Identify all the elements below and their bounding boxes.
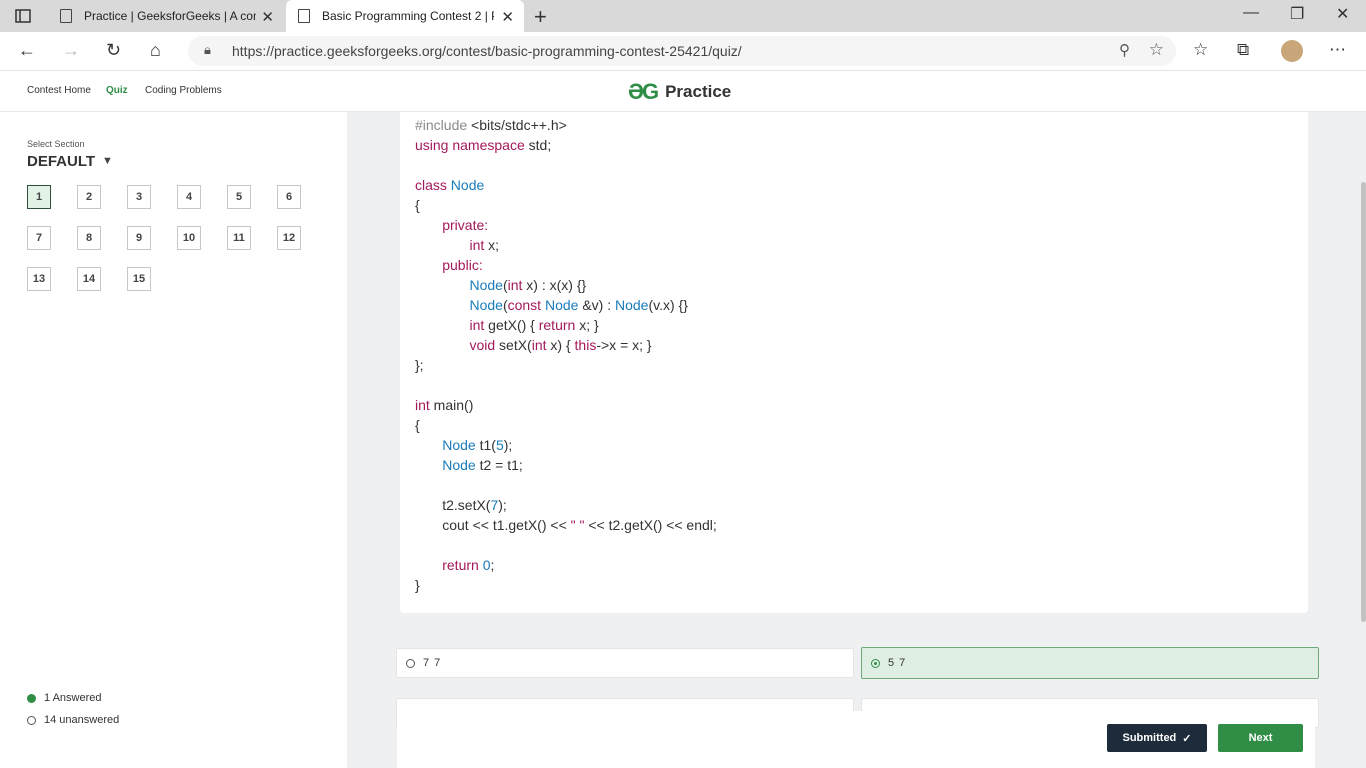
check-icon: ✓ [1182,732,1192,745]
next-button[interactable]: Next [1218,724,1303,752]
restore-icon[interactable]: ❐ [1290,4,1304,24]
question-button[interactable]: 14 [77,267,101,291]
tab-title: Basic Programming Contest 2 | P [322,9,494,23]
question-button[interactable]: 6 [277,185,301,209]
favorites-icon[interactable]: ☆ [1193,40,1208,60]
page-icon [298,9,310,23]
close-window-icon[interactable]: ✕ [1336,4,1349,24]
section-select[interactable]: DEFAULT [27,153,95,170]
question-button[interactable]: 8 [77,226,101,250]
radio-selected-icon [871,658,880,668]
question-button[interactable]: 2 [77,185,101,209]
minimize-icon[interactable]: — [1243,4,1259,22]
question-button[interactable]: 13 [27,267,51,291]
question-button[interactable]: 4 [177,185,201,209]
gfg-logo-icon: ƏG [628,79,659,104]
reload-icon[interactable]: ↻ [106,40,121,61]
address-bar: ← → ↻ ⌂ 🔒︎ https://practice.geeksforgeek… [0,32,1366,71]
url-text: https://practice.geeksforgeeks.org/conte… [232,43,742,59]
question-button[interactable]: 9 [127,226,151,250]
chevron-down-icon[interactable]: ▼ [102,155,113,167]
question-button[interactable]: 11 [227,226,251,250]
question-button[interactable]: 15 [127,267,151,291]
collections-icon[interactable]: ⧉ [1237,40,1249,60]
zoom-icon[interactable]: ⚲ [1119,41,1130,59]
question-button[interactable]: 5 [227,185,251,209]
unanswered-count: 14 unanswered [44,714,120,726]
back-icon[interactable]: ← [18,40,36,61]
brand-logo[interactable]: ƏG Practice [628,79,731,105]
question-button[interactable]: 1 [27,185,51,209]
unanswered-legend: 14 unanswered [27,714,119,726]
radio-icon [406,658,415,668]
nav-contest-home[interactable]: Contest Home [27,85,91,96]
option-text: 7 7 [423,657,442,669]
brand-word: Practice [665,82,732,101]
answered-dot-icon [27,693,36,703]
nav-quiz[interactable]: Quiz [106,85,128,96]
code-snippet: #include <bits/stdc++.h> using namespace… [415,117,717,593]
answered-legend: 1 Answered [27,692,101,704]
browser-tab-bar: Practice | GeeksforGeeks | A com ✕ Basic… [0,0,1366,32]
forward-icon[interactable]: → [62,40,80,61]
close-tab-icon[interactable]: ✕ [261,8,274,26]
option-text: 5 7 [888,657,907,669]
tab-title: Practice | GeeksforGeeks | A com [84,9,256,23]
quiz-footer: Submitted ✓ Next [397,711,1315,768]
unanswered-dot-icon [27,715,36,725]
browser-tab-practice[interactable]: Practice | GeeksforGeeks | A com ✕ [48,0,284,32]
submitted-button[interactable]: Submitted ✓ [1107,724,1207,752]
close-tab-icon[interactable]: ✕ [501,8,514,26]
nav-coding-problems[interactable]: Coding Problems [145,85,222,96]
question-sidebar: Select Section DEFAULT ▼ 1 2 3 4 5 6 7 8… [0,112,347,768]
site-header: Contest Home Quiz Coding Problems ƏG Pra… [0,71,1366,112]
answer-option[interactable]: 7 7 [396,648,854,678]
url-field[interactable]: 🔒︎ https://practice.geeksforgeeks.org/co… [188,36,1176,66]
quiz-main: #include <bits/stdc++.h> using namespace… [347,112,1366,768]
tab-actions-icon[interactable] [14,7,32,25]
lock-icon: 🔒︎ [204,42,211,57]
question-button[interactable]: 3 [127,185,151,209]
home-icon[interactable]: ⌂ [150,40,161,61]
page-icon [60,9,72,23]
more-menu-icon[interactable]: ⋯ [1329,40,1346,60]
answered-count: 1 Answered [44,692,102,704]
new-tab-icon[interactable]: + [534,4,547,30]
answer-option-selected[interactable]: 5 7 [861,647,1319,679]
scrollbar[interactable] [1361,182,1366,622]
profile-avatar[interactable] [1281,40,1303,62]
browser-tab-contest[interactable]: Basic Programming Contest 2 | P ✕ [286,0,524,32]
question-button[interactable]: 12 [277,226,301,250]
section-label: Select Section [27,139,85,149]
question-code-card: #include <bits/stdc++.h> using namespace… [400,112,1308,613]
question-button[interactable]: 7 [27,226,51,250]
question-button[interactable]: 10 [177,226,201,250]
submitted-label: Submitted [1122,732,1177,744]
add-favorite-icon[interactable]: ☆ [1149,40,1164,60]
